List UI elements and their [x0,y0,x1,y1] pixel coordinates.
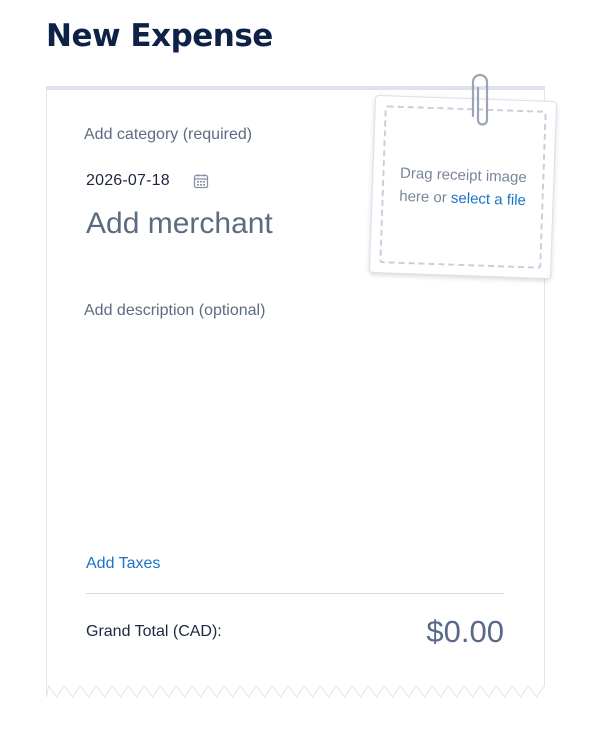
date-value: 2026-07-18 [86,172,170,189]
total-divider [86,593,504,594]
grand-total-label: Grand Total (CAD): [86,623,222,640]
grand-total-value: $0.00 [426,614,504,649]
category-input[interactable] [84,124,344,146]
dropzone-prompt: Drag receipt image here or select a file [387,161,539,212]
merchant-input[interactable] [86,204,376,244]
description-textarea[interactable] [84,300,504,540]
dropzone-prompt-line1: Drag receipt image [399,164,528,187]
paperclip-icon [471,73,489,126]
select-file-link[interactable]: select a file [451,190,527,210]
add-taxes-link[interactable]: Add Taxes [86,555,160,573]
calendar-icon[interactable] [192,172,210,190]
page-title: New Expense [46,18,273,54]
new-expense-page: New Expense 2026-07-18 [0,0,596,753]
date-picker[interactable]: 2026-07-18 [86,172,210,190]
dropzone-prompt-line2: here or [398,187,452,207]
